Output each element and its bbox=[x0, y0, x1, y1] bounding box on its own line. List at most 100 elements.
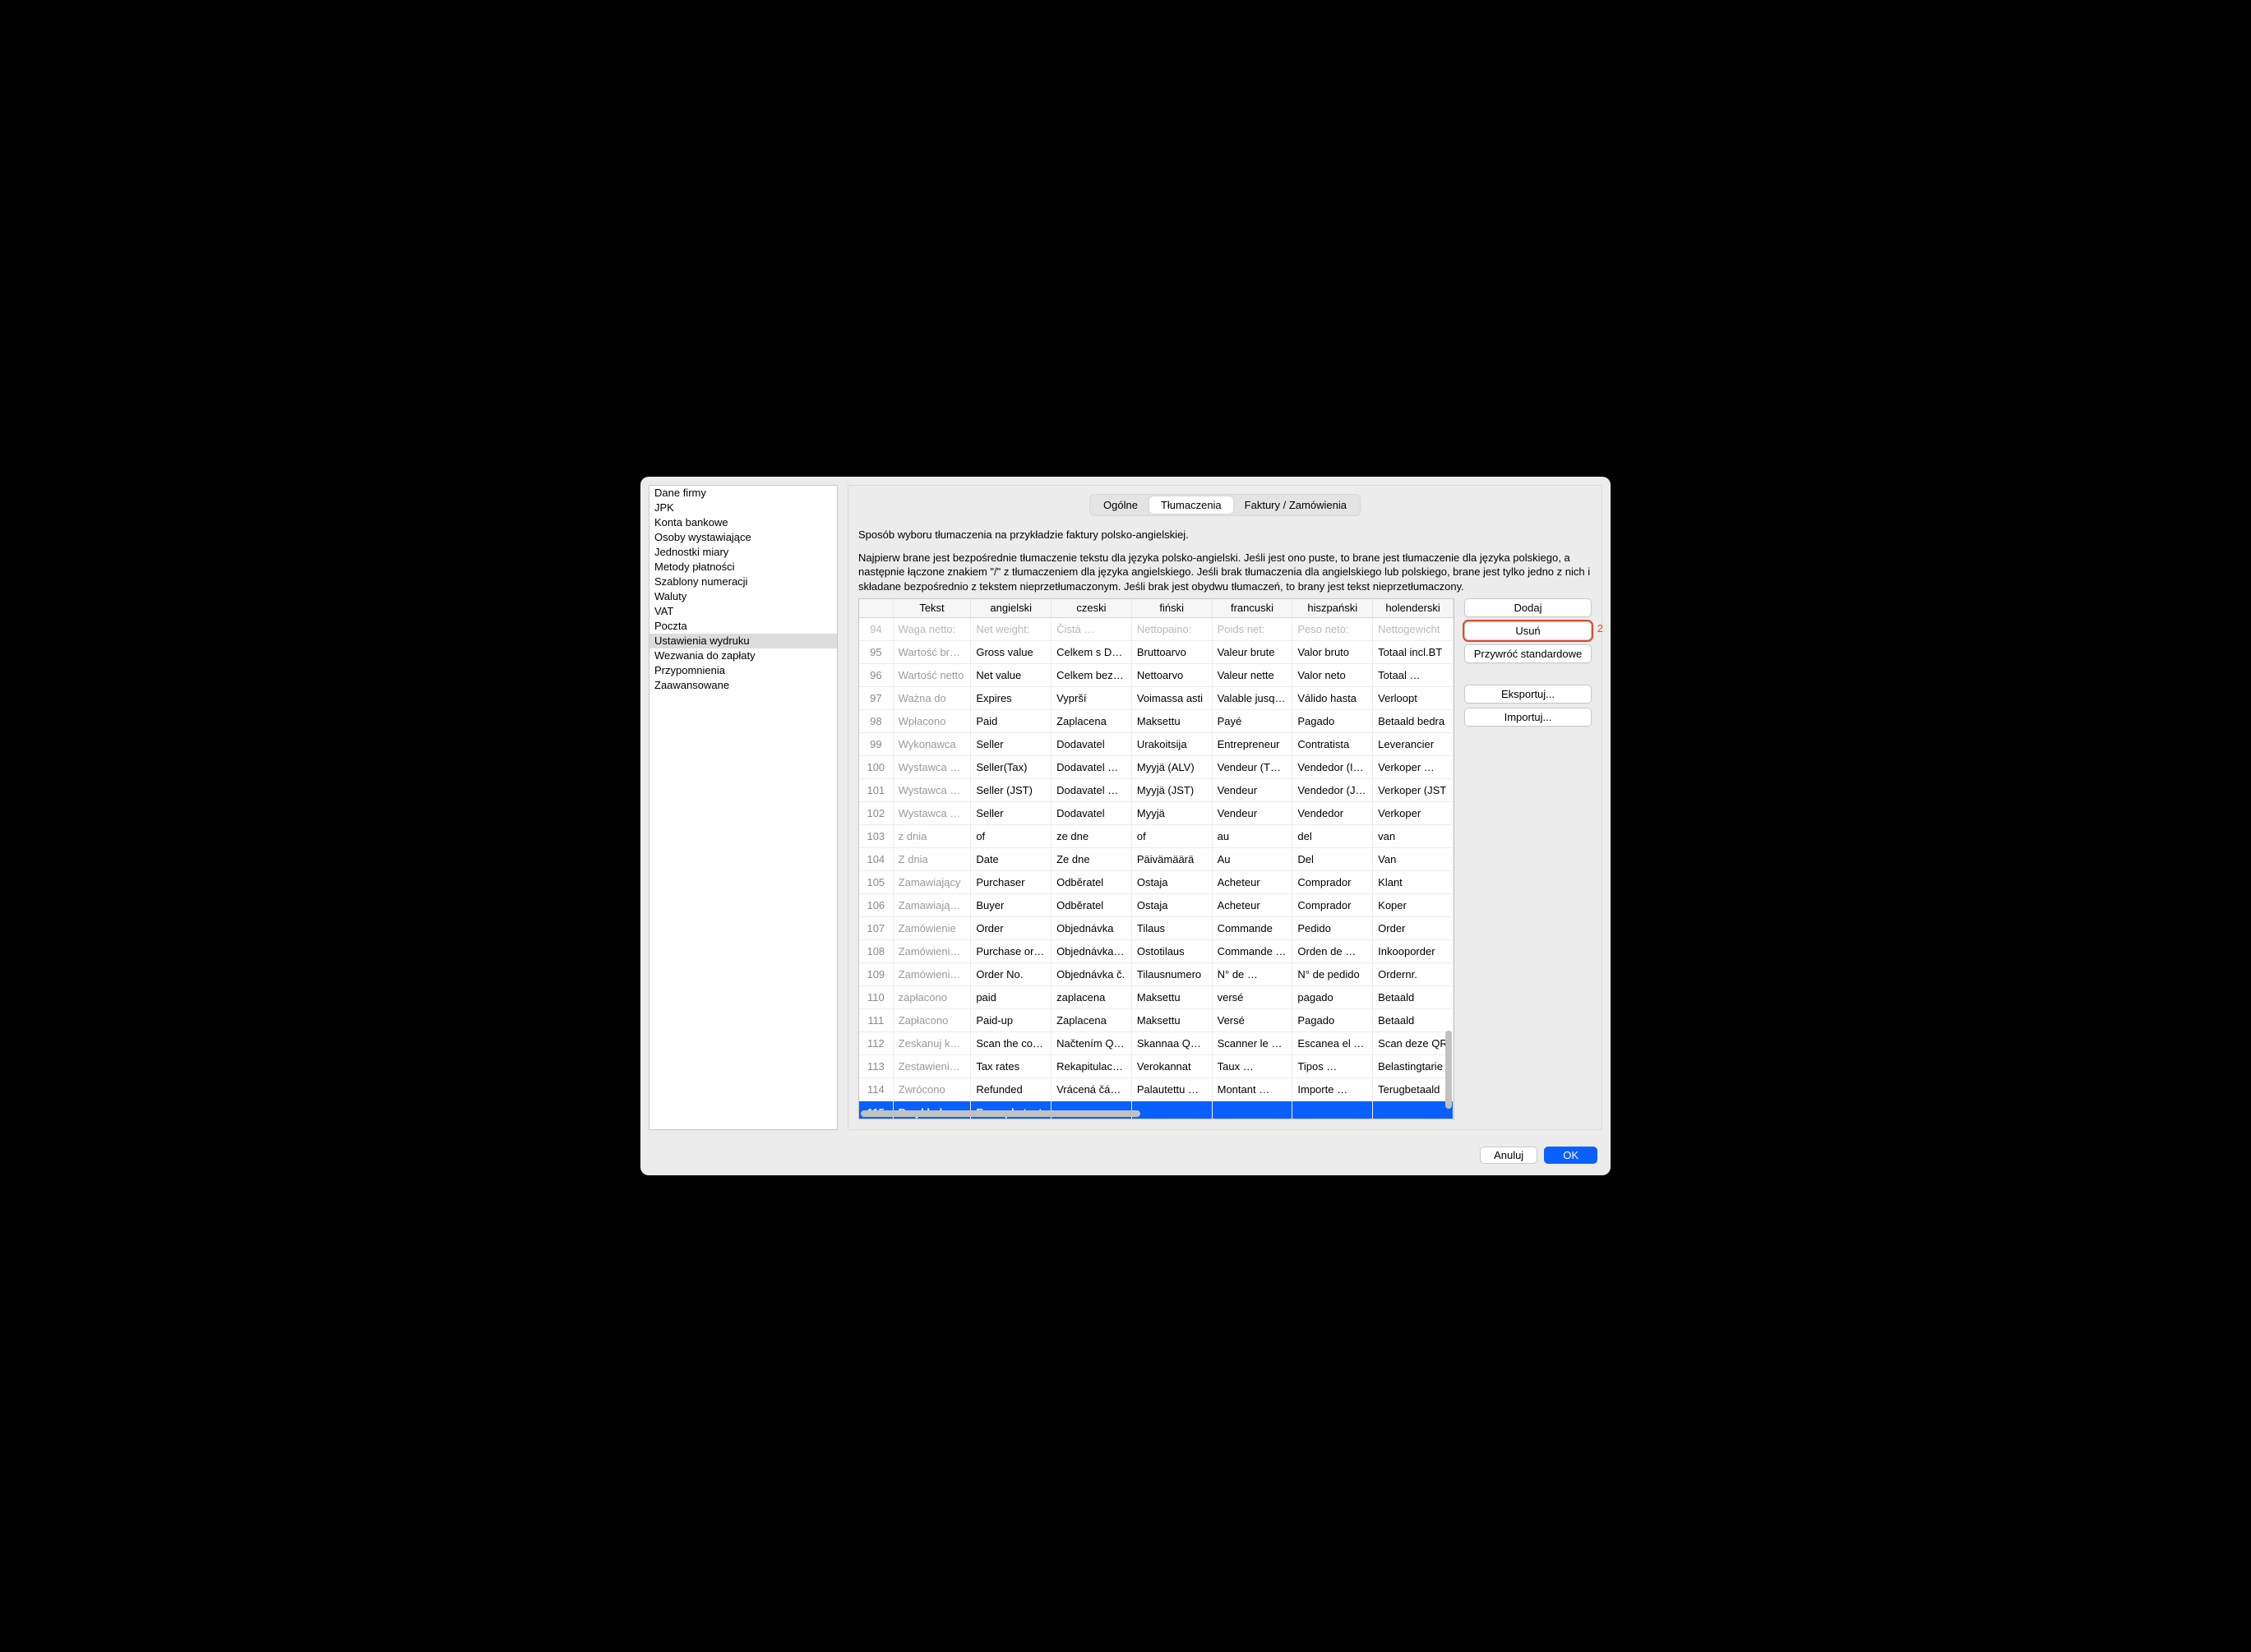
cell-translation[interactable]: Pagado bbox=[1292, 709, 1373, 732]
table-row[interactable]: 107ZamówienieOrderObjednávkaTilausComman… bbox=[859, 916, 1454, 939]
cell-translation[interactable]: Verkoper … bbox=[1373, 755, 1454, 778]
cell-translation[interactable]: Odběratel bbox=[1052, 893, 1132, 916]
cell-translation[interactable]: Vyprší bbox=[1052, 686, 1132, 709]
cell-translation[interactable]: ze dne bbox=[1052, 824, 1132, 847]
cell-translation[interactable]: Valor bruto bbox=[1292, 640, 1373, 663]
cell-translation[interactable]: Poids net: bbox=[1212, 617, 1292, 640]
table-row[interactable]: 103z dniaofze dneofaudelvan bbox=[859, 824, 1454, 847]
cell-translation[interactable]: Valeur brute bbox=[1212, 640, 1292, 663]
cell-translation[interactable]: Koper bbox=[1373, 893, 1454, 916]
cell-translation[interactable]: N° de pedido bbox=[1292, 962, 1373, 985]
cell-translation[interactable]: Maksettu bbox=[1131, 1008, 1212, 1031]
table-row[interactable]: 111ZapłaconoPaid-upZaplacenaMaksettuVers… bbox=[859, 1008, 1454, 1031]
cell-tekst[interactable]: Z dnia bbox=[893, 847, 971, 870]
cell-translation[interactable]: Date bbox=[971, 847, 1052, 870]
cell-translation[interactable]: Acheteur bbox=[1212, 870, 1292, 893]
sidebar-item[interactable]: Osoby wystawiające bbox=[649, 530, 837, 545]
table-row[interactable]: 95Wartość bruttoGross valueCelkem s DPHB… bbox=[859, 640, 1454, 663]
cell-translation[interactable]: N° de … bbox=[1212, 962, 1292, 985]
cell-translation[interactable]: Zaplacena bbox=[1052, 1008, 1132, 1031]
column-header[interactable]: holenderski bbox=[1373, 599, 1454, 617]
cell-translation[interactable]: Celkem bez … bbox=[1052, 663, 1132, 686]
table-row[interactable]: 96Wartość nettoNet valueCelkem bez …Nett… bbox=[859, 663, 1454, 686]
vscroll-thumb[interactable] bbox=[1445, 1031, 1452, 1109]
sidebar-item[interactable]: JPK bbox=[649, 501, 837, 515]
cell-translation[interactable]: Vrácená částka bbox=[1052, 1077, 1132, 1101]
table-row[interactable]: 99WykonawcaSellerDodavatelUrakoitsijaEnt… bbox=[859, 732, 1454, 755]
cell-tekst[interactable]: Wystawca … bbox=[893, 801, 971, 824]
cell-tekst[interactable]: Zestawienie … bbox=[893, 1054, 971, 1077]
cell-translation[interactable]: Expires bbox=[971, 686, 1052, 709]
cell-translation[interactable]: Dodavatel bbox=[1052, 732, 1132, 755]
cell-tekst[interactable]: Zamówienie d… bbox=[893, 939, 971, 962]
cell-translation[interactable]: Vendedor bbox=[1292, 801, 1373, 824]
sidebar-item[interactable]: Zaawansowane bbox=[649, 678, 837, 693]
cell-tekst[interactable]: Zamawiający bbox=[893, 870, 971, 893]
tab[interactable]: Ogólne bbox=[1092, 496, 1149, 514]
sidebar-item[interactable]: Konta bankowe bbox=[649, 515, 837, 530]
table-row[interactable]: 94Waga netto:Net weight:Čistá …Nettopain… bbox=[859, 617, 1454, 640]
cell-tekst[interactable]: Wartość brutto bbox=[893, 640, 971, 663]
table-row[interactable]: 102Wystawca …SellerDodavatelMyyjäVendeur… bbox=[859, 801, 1454, 824]
vertical-scrollbar[interactable] bbox=[1445, 619, 1452, 1109]
cell-translation[interactable]: Net weight: bbox=[971, 617, 1052, 640]
add-button[interactable]: Dodaj bbox=[1464, 598, 1592, 617]
cell-translation[interactable]: Valor neto bbox=[1292, 663, 1373, 686]
cell-translation[interactable]: Palautettu … bbox=[1131, 1077, 1212, 1101]
cell-translation[interactable]: Maksettu bbox=[1131, 709, 1212, 732]
cell-translation[interactable]: Paid-up bbox=[971, 1008, 1052, 1031]
cell-translation[interactable]: Commande bbox=[1212, 916, 1292, 939]
cell-translation[interactable]: Order No. bbox=[971, 962, 1052, 985]
cell-translation[interactable]: Acheteur bbox=[1212, 893, 1292, 916]
table-row[interactable]: 101Wystawca …Seller (JST)Dodavatel …Myyj… bbox=[859, 778, 1454, 801]
cell-tekst[interactable]: zapłacono bbox=[893, 985, 971, 1008]
cell-tekst[interactable]: z dnia bbox=[893, 824, 971, 847]
cell-translation[interactable]: Order bbox=[971, 916, 1052, 939]
cell-translation[interactable]: Myyjä bbox=[1131, 801, 1212, 824]
cell-translation[interactable]: Klant bbox=[1373, 870, 1454, 893]
cell-translation[interactable]: Bruttoarvo bbox=[1131, 640, 1212, 663]
cell-translation[interactable]: Versé bbox=[1212, 1008, 1292, 1031]
cell-translation[interactable]: Purchaser bbox=[971, 870, 1052, 893]
cell-translation[interactable]: Rekapitulace … bbox=[1052, 1054, 1132, 1077]
cell-translation[interactable]: Ordernr. bbox=[1373, 962, 1454, 985]
cell-translation[interactable]: Au bbox=[1212, 847, 1292, 870]
cell-translation[interactable]: Totaal incl.BT bbox=[1373, 640, 1454, 663]
cell-translation[interactable]: Vendeur (TVA) bbox=[1212, 755, 1292, 778]
cell-translation[interactable]: Betaald bedra bbox=[1373, 709, 1454, 732]
cell-translation[interactable]: Myyjä (JST) bbox=[1131, 778, 1212, 801]
column-header[interactable]: angielski bbox=[971, 599, 1052, 617]
cell-translation[interactable]: Seller(Tax) bbox=[971, 755, 1052, 778]
ok-button[interactable]: OK bbox=[1544, 1147, 1597, 1164]
table-row[interactable]: 112Zeskanuj kod …Scan the cod…Načtením Q… bbox=[859, 1031, 1454, 1054]
export-button[interactable]: Eksportuj... bbox=[1464, 685, 1592, 704]
table-row[interactable]: 97Ważna doExpiresVypršíVoimassa astiVala… bbox=[859, 686, 1454, 709]
table-row[interactable]: 109Zamówienie nrOrder No.Objednávka č.Ti… bbox=[859, 962, 1454, 985]
cell-translation[interactable]: Dodavatel … bbox=[1052, 778, 1132, 801]
cell-translation[interactable]: Ostaja bbox=[1131, 893, 1212, 916]
sidebar-item[interactable]: Wezwania do zapłaty bbox=[649, 648, 837, 663]
cell-tekst[interactable]: Zeskanuj kod … bbox=[893, 1031, 971, 1054]
cell-translation[interactable]: Nettoarvo bbox=[1131, 663, 1212, 686]
cell-tekst[interactable]: Wystawca … bbox=[893, 778, 971, 801]
cell-translation[interactable]: Paid bbox=[971, 709, 1052, 732]
cell-translation[interactable]: Contratista bbox=[1292, 732, 1373, 755]
cell-translation[interactable]: Seller (JST) bbox=[971, 778, 1052, 801]
cell-translation[interactable]: Pedido bbox=[1292, 916, 1373, 939]
column-header[interactable]: francuski bbox=[1212, 599, 1292, 617]
cell-translation[interactable]: Dodavatel … bbox=[1052, 755, 1132, 778]
cell-translation[interactable]: Importe … bbox=[1292, 1077, 1373, 1101]
cell-translation[interactable]: Dodavatel bbox=[1052, 801, 1132, 824]
cell-translation[interactable]: Scan the cod… bbox=[971, 1031, 1052, 1054]
cell-translation[interactable]: Order bbox=[1373, 916, 1454, 939]
cell-translation[interactable]: zaplacena bbox=[1052, 985, 1132, 1008]
column-header[interactable]: fiński bbox=[1131, 599, 1212, 617]
cell-translation[interactable]: Seller bbox=[971, 801, 1052, 824]
cell-translation[interactable]: Belastingtarie bbox=[1373, 1054, 1454, 1077]
cell-translation[interactable]: pagado bbox=[1292, 985, 1373, 1008]
cell-tekst[interactable]: Ważna do bbox=[893, 686, 971, 709]
cell-translation[interactable]: Objednávka č. bbox=[1052, 962, 1132, 985]
cell-translation[interactable]: Čistá … bbox=[1052, 617, 1132, 640]
cell-translation[interactable]: Refunded bbox=[971, 1077, 1052, 1101]
cell-translation[interactable]: Tilausnumero bbox=[1131, 962, 1212, 985]
